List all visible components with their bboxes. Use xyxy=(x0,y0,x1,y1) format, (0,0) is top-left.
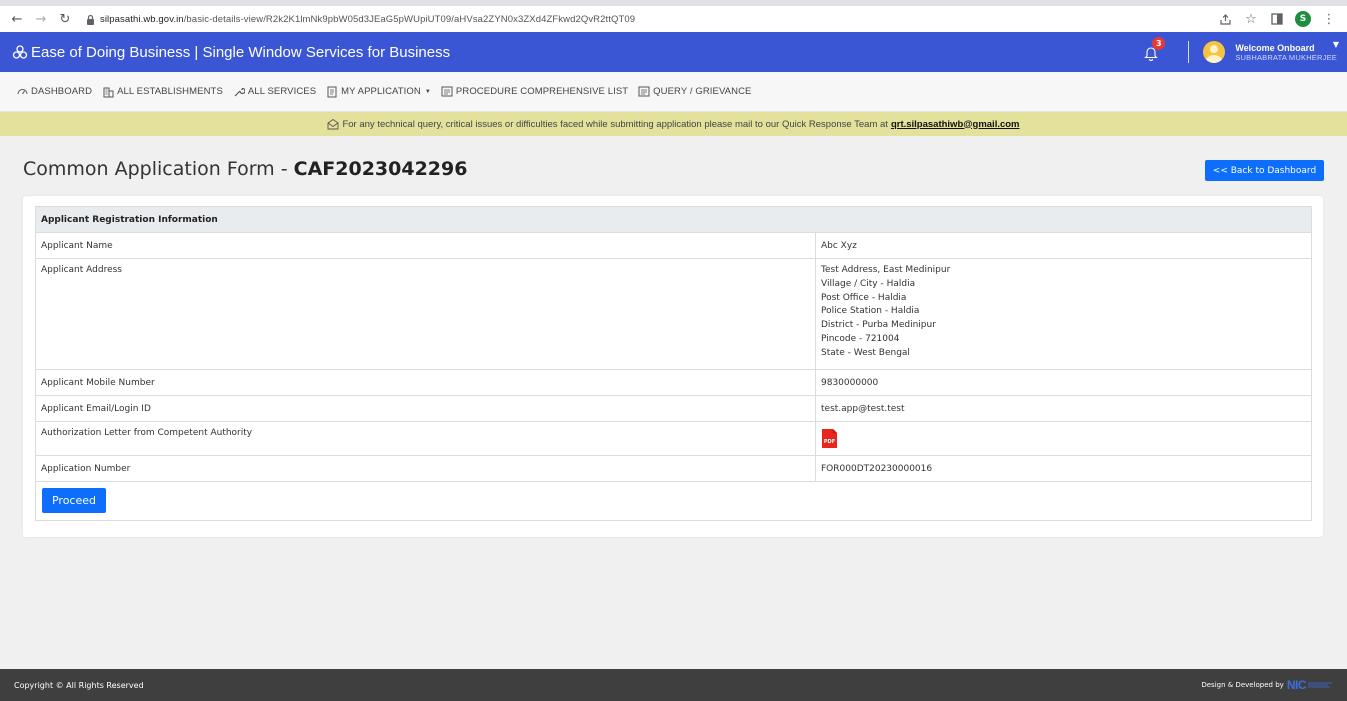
svg-text:PDF: PDF xyxy=(824,439,835,445)
notice-text: For any technical query, critical issues… xyxy=(342,118,888,130)
header-divider xyxy=(1188,41,1190,63)
support-email-link[interactable]: qrt.silpasathiwb@gmail.com xyxy=(891,119,1020,130)
notification-badge: 3 xyxy=(1152,37,1166,50)
profile-avatar[interactable]: S xyxy=(1295,11,1311,27)
nic-logo: NIC xyxy=(1287,678,1334,692)
notification-bell[interactable]: 3 xyxy=(1144,37,1166,61)
form-id: CAF2023042296 xyxy=(293,158,468,180)
table-row: Applicant Mobile Number 9830000000 xyxy=(35,369,1312,396)
dropdown-caret-icon: ▼ xyxy=(424,88,431,95)
table-heading-row: Applicant Registration Information xyxy=(35,206,1312,233)
page-title: Common Application Form - CAF2023042296 xyxy=(23,158,468,180)
table-row: Application Number FOR000DT20230000016 xyxy=(35,455,1312,482)
table-row: Authorization Letter from Competent Auth… xyxy=(35,421,1312,456)
user-name: SUBHABRATA MUKHERJEE xyxy=(1235,52,1337,62)
row-value: PDF xyxy=(815,421,1312,456)
reload-icon[interactable]: ↻ xyxy=(56,10,74,28)
nav-all-services[interactable]: ALL SERVICES xyxy=(233,86,316,98)
nic-logo-subtext xyxy=(1308,681,1334,690)
applicant-info-table: Applicant Registration Information Appli… xyxy=(35,206,1312,521)
row-label: Applicant Email/Login ID xyxy=(35,395,816,422)
nav-query-grievance[interactable]: QUERY / GRIEVANCE xyxy=(638,86,751,98)
nav-dashboard[interactable]: DASHBOARD xyxy=(16,86,92,98)
forward-arrow-icon[interactable]: → xyxy=(32,10,50,28)
side-panel-icon[interactable] xyxy=(1269,11,1285,27)
welcome-text: Welcome Onboard xyxy=(1235,42,1315,53)
more-menu-icon[interactable]: ⋮ xyxy=(1321,11,1337,27)
table-row: Applicant Name Abc Xyz xyxy=(35,232,1312,259)
nav-procedure-list[interactable]: PROCEDURE COMPREHENSIVE LIST xyxy=(441,86,628,98)
app-header: Ease of Doing Business | Single Window S… xyxy=(0,32,1347,72)
browser-toolbar: ← → ↻ silpasathi.wb.gov.in/basic-details… xyxy=(0,0,1347,32)
address-value: Test Address, East Medinipur Village / C… xyxy=(815,258,1312,370)
pdf-file-icon[interactable]: PDF xyxy=(821,428,838,449)
row-value: 9830000000 xyxy=(815,369,1312,396)
table-row: Applicant Address Test Address, East Med… xyxy=(35,258,1312,370)
nav-my-application[interactable]: MY APPLICATION ▼ xyxy=(326,86,431,98)
nav-all-establishments[interactable]: ALL ESTABLISHMENTS xyxy=(102,86,223,98)
table-row: Applicant Email/Login ID test.app@test.t… xyxy=(35,395,1312,422)
table-row-actions xyxy=(35,481,1312,521)
row-label: Applicant Name xyxy=(35,232,816,259)
dashboard-gauge-icon xyxy=(16,86,28,98)
row-label: Applicant Mobile Number xyxy=(35,369,816,396)
table-heading: Applicant Registration Information xyxy=(35,206,1312,233)
row-value: FOR000DT20230000016 xyxy=(815,455,1312,482)
row-label: Authorization Letter from Competent Auth… xyxy=(35,421,816,456)
user-avatar[interactable] xyxy=(1203,41,1226,63)
user-menu[interactable]: Welcome Onboard SUBHABRATA MUKHERJEE xyxy=(1235,43,1337,62)
list-icon xyxy=(441,86,453,98)
lock-icon[interactable] xyxy=(84,13,96,25)
mail-icon xyxy=(328,118,339,130)
user-menu-caret-icon[interactable]: ▼ xyxy=(1333,40,1339,49)
wrench-icon xyxy=(233,86,245,98)
proceed-button[interactable]: Proceed xyxy=(42,488,106,513)
building-icon xyxy=(102,86,114,98)
applicant-info-card: Applicant Registration Information Appli… xyxy=(23,196,1323,537)
address-bar[interactable]: silpasathi.wb.gov.in/basic-details-view/… xyxy=(100,14,635,25)
row-value: test.app@test.test xyxy=(815,395,1312,422)
brand-logo-icon xyxy=(12,45,28,59)
copyright-text: Copyright © All Rights Reserved xyxy=(14,680,144,690)
share-icon[interactable] xyxy=(1217,11,1233,27)
main-nav: DASHBOARD ALL ESTABLISHMENTS ALL SERVICE… xyxy=(0,72,1347,112)
back-to-dashboard-button[interactable]: << Back to Dashboard xyxy=(1205,160,1324,181)
notice-banner: For any technical query, critical issues… xyxy=(0,112,1347,136)
row-label: Application Number xyxy=(35,455,816,482)
brand-title[interactable]: Ease of Doing Business | Single Window S… xyxy=(31,44,450,61)
row-value: Abc Xyz xyxy=(815,232,1312,259)
developer-credit: Design & Developed by NIC xyxy=(1201,669,1334,701)
document-icon xyxy=(326,86,338,98)
row-label: Applicant Address xyxy=(35,258,816,370)
list-icon xyxy=(638,86,650,98)
back-arrow-icon[interactable]: ← xyxy=(8,10,26,28)
star-icon[interactable]: ☆ xyxy=(1243,11,1259,27)
footer: Copyright © All Rights Reserved Design &… xyxy=(0,669,1347,701)
